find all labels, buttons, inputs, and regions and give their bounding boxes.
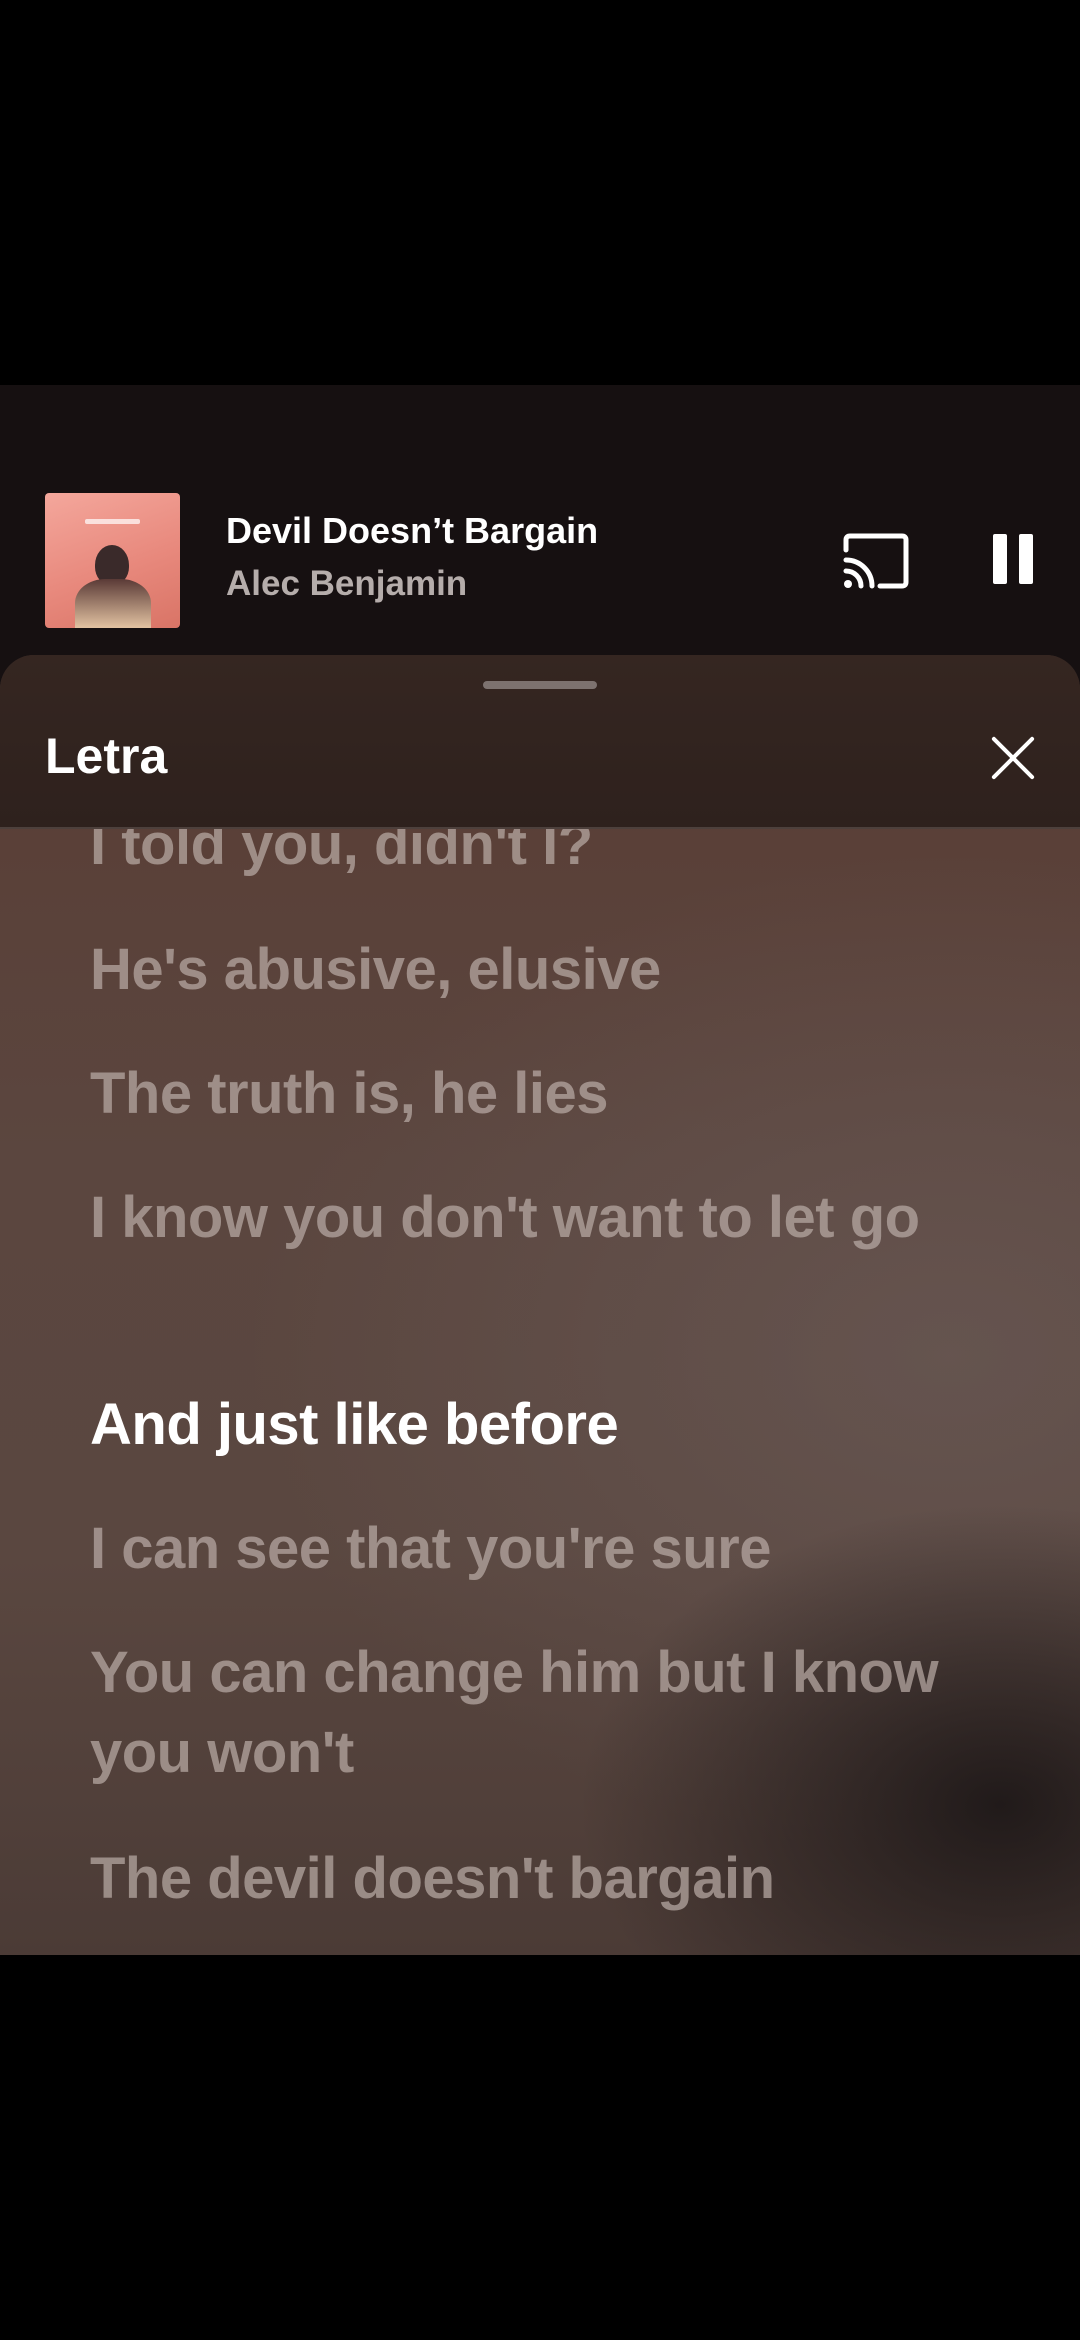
- cast-icon: [843, 533, 909, 589]
- lyrics-sheet-header: Letra: [0, 655, 1080, 829]
- lyrics-title: Letra: [45, 728, 168, 784]
- top-blank-area: [0, 0, 1080, 385]
- drag-handle[interactable]: [483, 681, 597, 689]
- bottom-blank-area: [0, 1955, 1080, 2340]
- song-title[interactable]: Devil Doesn’t Bargain: [226, 510, 598, 552]
- lyric-line[interactable]: The truth is, he lies: [90, 1054, 990, 1134]
- lyric-line[interactable]: I know you don't want to let go: [90, 1178, 990, 1258]
- lyrics-screen: Devil Doesn’t Bargain Alec Benjamin Letr…: [0, 0, 1080, 2340]
- pause-icon-bar-left: [993, 534, 1007, 584]
- song-artist[interactable]: Alec Benjamin: [226, 564, 467, 604]
- album-art-title-mark: [85, 519, 140, 524]
- pause-button[interactable]: [990, 530, 1036, 590]
- lyric-line[interactable]: He's abusive, elusive: [90, 930, 990, 1010]
- lyric-line-active[interactable]: And just like before: [90, 1385, 990, 1465]
- album-art[interactable]: [45, 493, 180, 628]
- lyrics-sheet: Letra I told you, didn't I? He's abusive…: [0, 655, 1080, 1955]
- lyric-line[interactable]: The devil doesn't bargain: [90, 1839, 990, 1919]
- album-art-figure-body: [75, 579, 151, 628]
- lyric-line[interactable]: You can change him but I know you won't: [90, 1633, 990, 1793]
- lyric-line[interactable]: I can see that you're sure: [90, 1509, 990, 1589]
- pause-icon-bar-right: [1019, 534, 1033, 584]
- mini-player[interactable]: Devil Doesn’t Bargain Alec Benjamin: [0, 470, 1080, 650]
- cast-button[interactable]: [840, 530, 912, 592]
- close-icon[interactable]: [990, 735, 1036, 781]
